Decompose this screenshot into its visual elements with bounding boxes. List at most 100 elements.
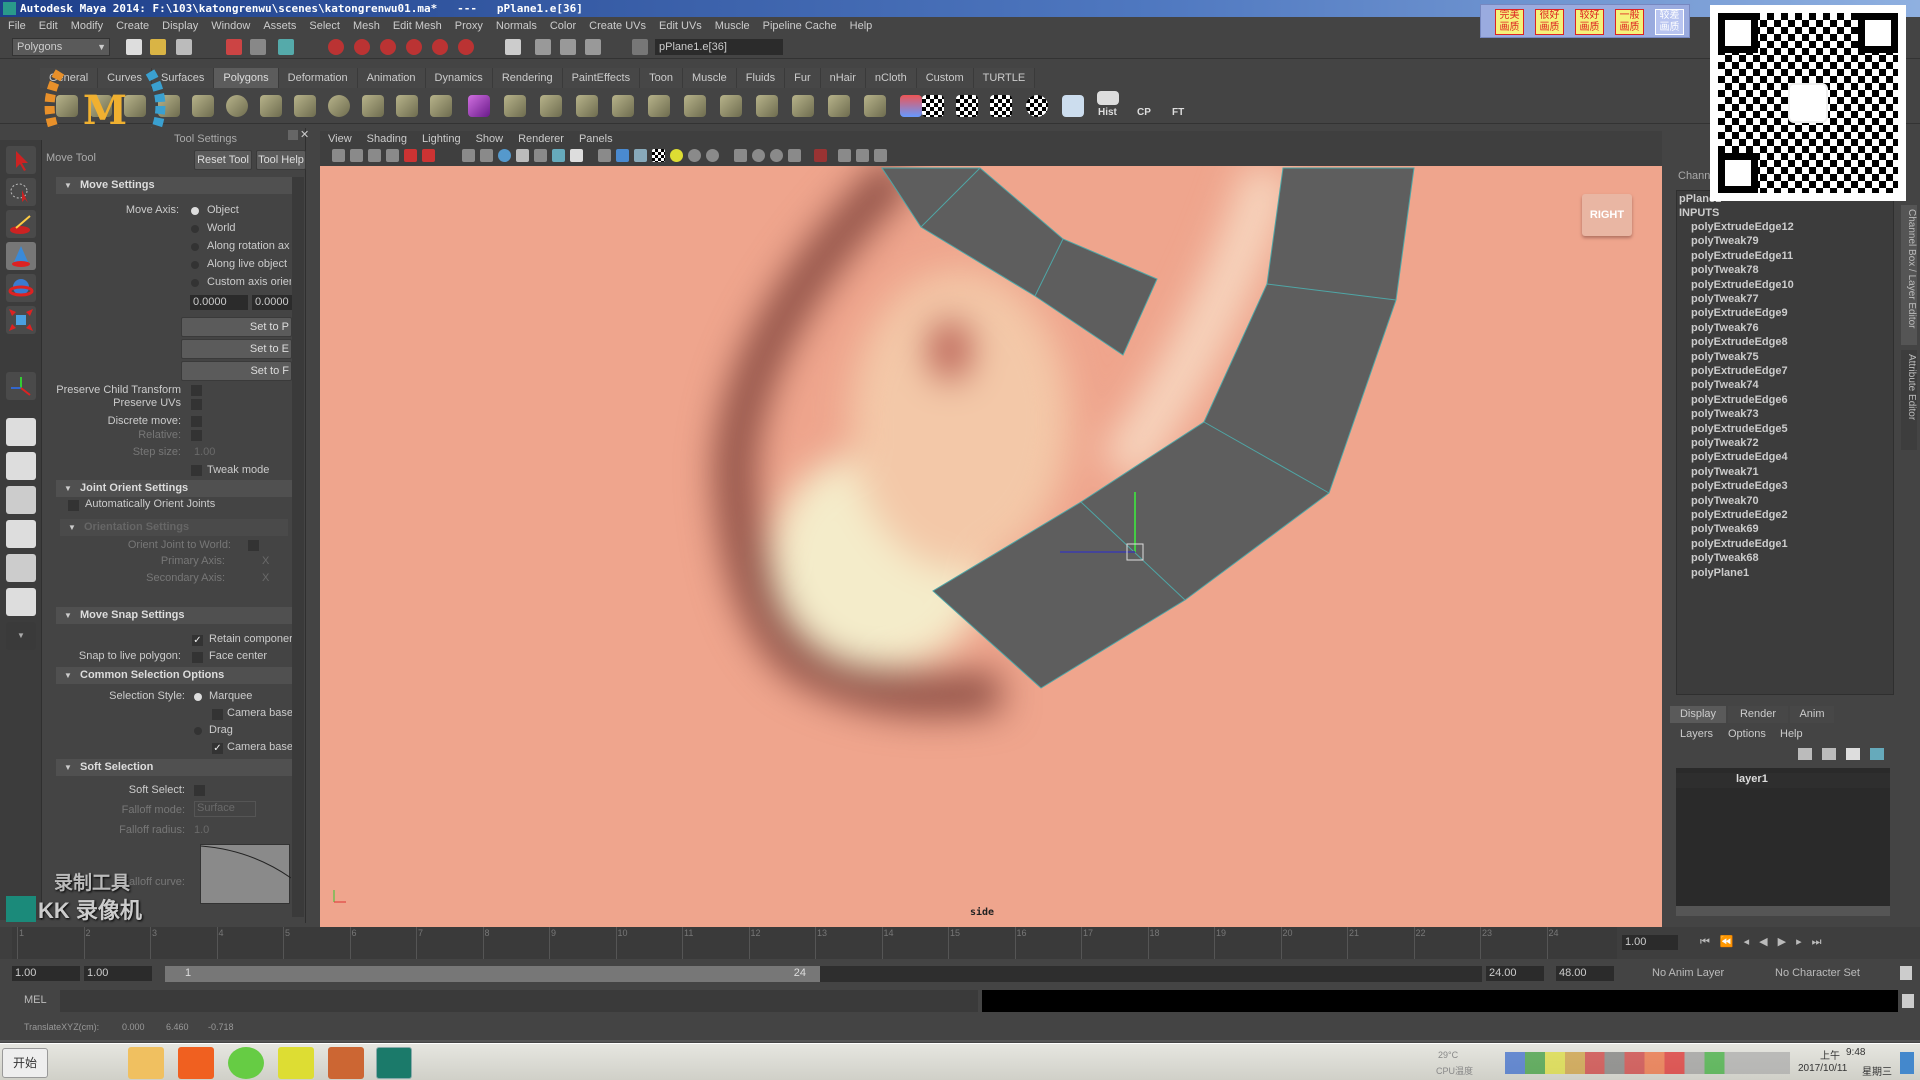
tool-settings-scrollbar[interactable] <box>292 177 304 917</box>
shelf-tab-painteffects[interactable]: PaintEffects <box>562 68 641 88</box>
anim-layer-dropdown[interactable]: No Anim Layer <box>1652 967 1724 979</box>
manipulator-tool-icon[interactable] <box>6 372 36 400</box>
textured-icon[interactable] <box>652 149 665 162</box>
layer-menu-options[interactable]: Options <box>1728 728 1766 740</box>
menu-file[interactable]: File <box>8 17 33 35</box>
soft-select-checkbox[interactable] <box>194 785 205 796</box>
rotate-tool-icon[interactable] <box>6 274 36 302</box>
relative-checkbox[interactable] <box>191 430 202 441</box>
input-node-item[interactable]: polyExtrudeEdge9 <box>1691 307 1788 319</box>
menu-proxy[interactable]: Proxy <box>455 17 490 35</box>
snap-curve-icon[interactable] <box>354 39 370 55</box>
render-view-icon[interactable] <box>505 39 521 55</box>
menu-muscle[interactable]: Muscle <box>715 17 757 35</box>
character-set-dropdown[interactable]: No Character Set <box>1775 967 1860 979</box>
menu-help[interactable]: Help <box>850 17 880 35</box>
input-mode-icon[interactable] <box>632 39 648 55</box>
wireframe-on-shaded-icon[interactable] <box>634 149 647 162</box>
merge-icon[interactable] <box>720 95 742 117</box>
resolution-gate-icon[interactable] <box>498 149 511 162</box>
app-mascot-taskbar-icon[interactable] <box>328 1047 364 1079</box>
bridge-icon[interactable] <box>540 95 562 117</box>
isolate-select-icon[interactable] <box>814 149 827 162</box>
play-backward-icon[interactable]: ◀ <box>1759 936 1777 948</box>
layout-dropdown-icon[interactable]: ▼ <box>6 622 36 650</box>
camera-based-1-checkbox[interactable] <box>212 709 223 720</box>
shelf-tab-toon[interactable]: Toon <box>640 68 683 88</box>
input-node-item[interactable]: polyTweak78 <box>1691 264 1759 276</box>
image-plane-icon[interactable] <box>386 149 399 162</box>
show-desktop-button[interactable] <box>1900 1052 1914 1074</box>
falloff-radius-field[interactable]: 1.0 <box>194 824 209 836</box>
paint-select-tool-icon[interactable] <box>6 210 36 238</box>
viewport-menu-lighting[interactable]: Lighting <box>422 131 461 147</box>
input-node-item[interactable]: polyExtrudeEdge6 <box>1691 394 1788 406</box>
film-gate-icon[interactable] <box>480 149 493 162</box>
ambient-occlusion-icon[interactable] <box>788 149 801 162</box>
smooth-icon[interactable] <box>468 95 490 117</box>
snap-point-icon[interactable] <box>380 39 396 55</box>
extrude-icon[interactable] <box>504 95 526 117</box>
pencil-icon[interactable] <box>422 149 435 162</box>
safe-action-icon[interactable] <box>552 149 565 162</box>
poly-plane-icon[interactable] <box>192 95 214 117</box>
step-size-field[interactable]: 1.00 <box>194 446 215 458</box>
layer-tab-anim[interactable]: Anim <box>1790 706 1834 723</box>
menu-display[interactable]: Display <box>162 17 205 35</box>
retain-component-checkbox[interactable]: ✓ <box>192 635 203 646</box>
input-node-item[interactable]: polyTweak72 <box>1691 437 1759 449</box>
menu-edit[interactable]: Edit <box>39 17 65 35</box>
append-polygon-icon[interactable] <box>576 95 598 117</box>
go-to-start-icon[interactable]: ⏮ <box>1700 936 1720 948</box>
move-layer-up-icon[interactable] <box>1798 748 1812 760</box>
lights-icon[interactable] <box>670 149 683 162</box>
menu-select[interactable]: Select <box>309 17 347 35</box>
snap-magnet-icon[interactable] <box>458 39 474 55</box>
viewport-menu-view[interactable]: View <box>328 131 352 147</box>
layer-tab-display[interactable]: Display <box>1670 706 1726 723</box>
time-slider[interactable]: 1 2 3 4 5 6 7 8 9 10 11 12 13 14 15 16 17 18 19 20 21 22 23 24 … <box>0 927 1920 959</box>
shelf-tab-polygons[interactable]: Polygons <box>214 68 279 88</box>
file-explorer-taskbar-icon[interactable] <box>128 1047 164 1079</box>
shelf-tab-deformation[interactable]: Deformation <box>278 68 358 88</box>
playback-start-field[interactable]: 1.00 <box>84 966 152 981</box>
gate-mask-icon[interactable] <box>516 149 529 162</box>
scale-tool-icon[interactable] <box>6 306 36 334</box>
preserve-child-checkbox[interactable] <box>191 385 202 396</box>
input-node-item[interactable]: polyExtrudeEdge1 <box>1691 538 1788 550</box>
mel-label[interactable]: MEL <box>24 994 47 1006</box>
view-cube[interactable]: RIGHT <box>1582 194 1632 236</box>
layer-row[interactable]: layer1 <box>1676 773 1890 788</box>
bevel-icon[interactable] <box>756 95 778 117</box>
select-tool-icon[interactable] <box>6 146 36 174</box>
new-empty-layer-icon[interactable] <box>1846 748 1860 760</box>
shelf-tab-fur[interactable]: Fur <box>785 68 821 88</box>
wireframe-icon[interactable] <box>598 149 611 162</box>
offset-edge-loop-icon[interactable] <box>684 95 706 117</box>
input-node-item[interactable]: polyExtrudeEdge3 <box>1691 480 1788 492</box>
tool-help-button[interactable]: Tool Help <box>256 150 306 170</box>
layer-menu-layers[interactable]: Layers <box>1680 728 1713 740</box>
select-hierarchy-icon[interactable] <box>226 39 242 55</box>
shelf-tab-nhair[interactable]: nHair <box>820 68 866 88</box>
system-tray-icons[interactable] <box>1505 1052 1790 1074</box>
snap-view-plane-icon[interactable] <box>406 39 422 55</box>
cylindrical-uv-icon[interactable] <box>956 95 978 117</box>
input-node-item[interactable]: polyExtrudeEdge11 <box>1691 250 1793 262</box>
shelf-tab-muscle[interactable]: Muscle <box>682 68 737 88</box>
shelf-tab-rendering[interactable]: Rendering <box>492 68 563 88</box>
safe-title-icon[interactable] <box>570 149 583 162</box>
axis-live-object-radio[interactable] <box>191 261 199 269</box>
input-node-item[interactable]: polyTweak76 <box>1691 322 1759 334</box>
input-node-item[interactable]: polyTweak75 <box>1691 351 1759 363</box>
move-layer-down-icon[interactable] <box>1822 748 1836 760</box>
input-node-item[interactable]: polyTweak71 <box>1691 466 1759 478</box>
app-orange-taskbar-icon[interactable] <box>178 1047 214 1079</box>
current-frame-field[interactable]: 1.00 <box>1622 935 1678 950</box>
bookmark-icon[interactable] <box>368 149 381 162</box>
new-layer-selected-icon[interactable] <box>1870 748 1884 760</box>
quality-perfect-button[interactable]: 完美画质 <box>1495 9 1524 35</box>
automatic-uv-icon[interactable] <box>1026 95 1048 117</box>
move-settings-section[interactable]: Move Settings <box>56 177 292 194</box>
common-selection-section[interactable]: Common Selection Options <box>56 667 292 684</box>
